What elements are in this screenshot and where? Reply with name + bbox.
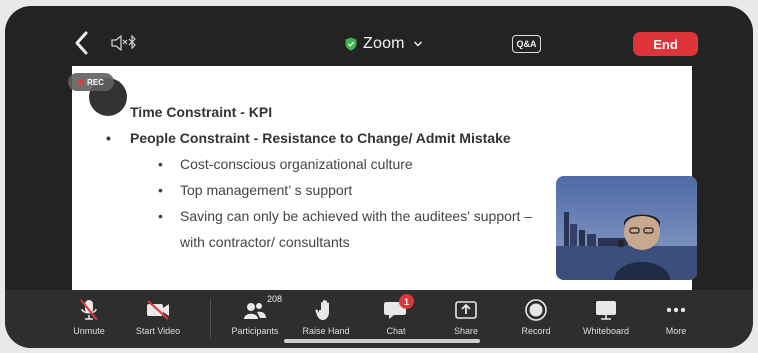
top-bar: Zoom Q&A End (5, 6, 753, 68)
unmute-label: Unmute (73, 326, 105, 336)
share-icon (455, 301, 477, 319)
meeting-title: Zoom (363, 35, 405, 52)
self-video-tile[interactable] (556, 176, 697, 280)
record-button[interactable]: Record (496, 294, 576, 340)
video-thumbnail (556, 176, 697, 280)
home-indicator[interactable] (284, 339, 480, 343)
participants-label: Participants (231, 326, 279, 336)
qa-button[interactable]: Q&A (512, 35, 541, 53)
recording-dot-icon (78, 79, 84, 85)
chat-badge: 1 (399, 294, 414, 309)
chat-label: Chat (386, 326, 406, 336)
more-label: More (665, 326, 687, 336)
mic-muted-icon (80, 299, 98, 321)
participants-count: 208 (267, 294, 283, 304)
start-video-label: Start Video (135, 326, 181, 336)
slide-continuation: with contractor/ consultants (180, 234, 350, 250)
record-icon (525, 299, 547, 321)
raise-hand-label: Raise Hand (302, 326, 350, 336)
meeting-window: Zoom Q&A End Time Constraint - KPI Peopl… (5, 6, 753, 348)
more-icon (666, 307, 686, 313)
share-label: Share (453, 326, 479, 336)
back-chevron-icon (75, 31, 88, 55)
slide-sub-bullet: Saving can only be achieved with the aud… (158, 208, 532, 224)
slide-sub-bullet: Top management’ s support (158, 182, 352, 198)
chat-button[interactable]: 1 Chat (356, 294, 436, 340)
end-button[interactable]: End (633, 32, 698, 56)
speaker-muted-icon (111, 34, 136, 51)
video-off-icon (147, 300, 169, 320)
toolbar-divider (210, 298, 211, 338)
participants-button[interactable]: 208 Participants (215, 294, 295, 340)
whiteboard-label: Whiteboard (582, 326, 630, 336)
start-video-button[interactable]: Start Video (118, 294, 198, 340)
shield-icon (345, 37, 357, 51)
chevron-down-icon (413, 41, 422, 47)
slide-bullet: Time Constraint - KPI (106, 104, 272, 120)
slide-bullet: People Constraint - Resistance to Change… (106, 130, 511, 146)
audio-output-button[interactable] (109, 33, 139, 53)
hand-icon (315, 299, 329, 320)
more-button[interactable]: More (636, 294, 716, 340)
slide-sub-bullet: Cost-conscious organizational culture (158, 156, 413, 172)
record-label: Record (521, 326, 551, 336)
raise-hand-button[interactable]: Raise Hand (286, 294, 366, 340)
recording-label: REC (87, 77, 104, 87)
unmute-button[interactable]: Unmute (49, 294, 129, 340)
meeting-info-button[interactable]: Zoom (345, 33, 423, 55)
bluetooth-icon (128, 34, 136, 50)
share-button[interactable]: Share (426, 294, 506, 340)
whiteboard-button[interactable]: Whiteboard (566, 294, 646, 340)
participants-icon (244, 303, 266, 319)
back-button[interactable] (71, 30, 93, 56)
whiteboard-icon (596, 301, 616, 320)
recording-badge: REC (68, 73, 114, 91)
